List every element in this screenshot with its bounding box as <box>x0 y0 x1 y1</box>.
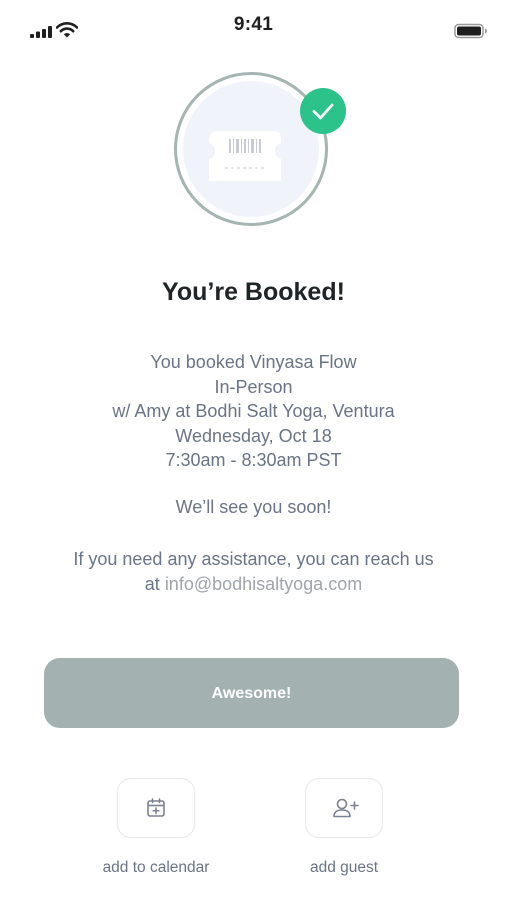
success-badge <box>300 88 346 134</box>
booking-illustration <box>174 72 346 228</box>
class-format: In-Person <box>214 376 293 397</box>
add-to-calendar-action[interactable]: add to calendar <box>86 778 226 877</box>
calendar-add-icon <box>147 798 165 817</box>
class-name: You booked Vinyasa Flow <box>150 352 357 372</box>
assistance-contact-line: at info@bodhisaltyoga.com <box>0 572 507 597</box>
battery-icon <box>454 23 487 39</box>
ticket-icon <box>209 131 281 181</box>
add-guest-label: add guest <box>309 859 379 876</box>
booking-details: You booked Vinyasa Flow In-Person w/ Amy… <box>0 350 507 473</box>
support-email-link[interactable]: info@bodhisaltyoga.com <box>165 574 362 594</box>
assistance-prefix: at <box>144 573 165 594</box>
page-title: You’re Booked! <box>162 278 345 306</box>
user-add-icon <box>333 798 359 818</box>
awesome-button[interactable]: Awesome! <box>44 658 459 728</box>
add-to-calendar-button[interactable] <box>117 778 195 838</box>
add-guest-button[interactable] <box>305 778 383 838</box>
instructor-location: w/ Amy at Bodhi Salt Yoga, Ventura <box>112 401 395 421</box>
status-bar: 9:41 <box>0 0 507 56</box>
assistance-text: If you need any assistance, you can reac… <box>73 549 434 569</box>
class-time: 7:30am - 8:30am PST <box>165 450 342 470</box>
assistance-message: If you need any assistance, you can reac… <box>0 547 507 596</box>
add-to-calendar-label: add to calendar <box>102 859 210 876</box>
add-guest-action[interactable]: add guest <box>274 778 414 877</box>
closing-message: We’ll see you soon! <box>175 497 332 517</box>
checkmark-icon <box>312 103 334 120</box>
booking-confirmation-screen: 9:41 You’re Booked! You booked Vinyasa F… <box>0 0 507 900</box>
status-time: 9:41 <box>233 14 274 35</box>
class-date: Wednesday, Oct 18 <box>175 425 332 446</box>
